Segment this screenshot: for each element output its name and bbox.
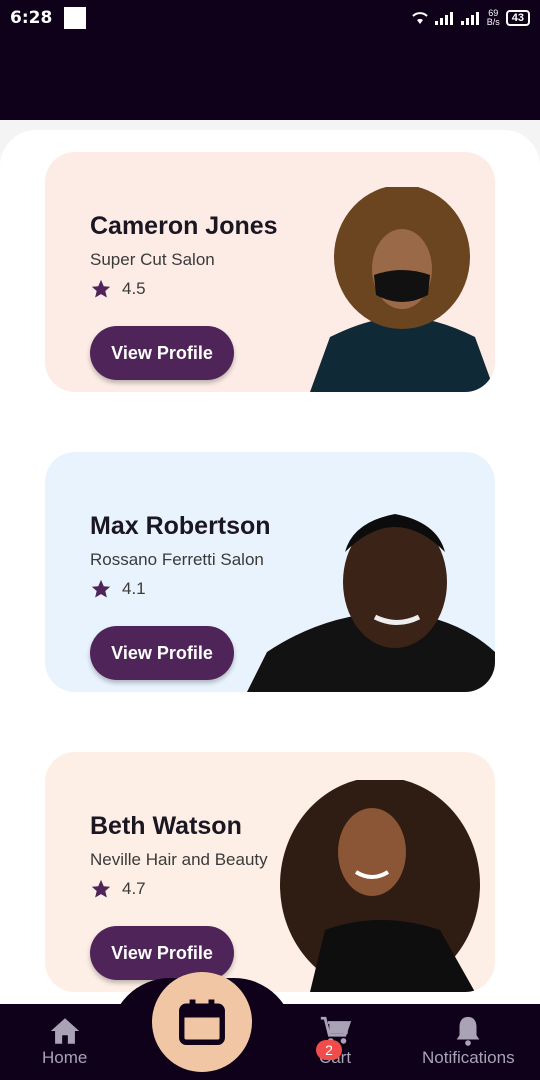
cart-badge: 2 [316,1040,342,1060]
stylist-photo [310,187,495,392]
stylist-photo [247,514,495,692]
network-speed: 69 B/s [487,9,500,27]
view-profile-button[interactable]: View Profile [90,926,234,980]
app-header [0,36,540,120]
star-icon [91,279,111,298]
salon-name: Super Cut Salon [90,250,215,269]
calendar-icon [179,999,225,1045]
nav-notifications[interactable]: Notifications [422,1014,515,1068]
booking-fab[interactable] [152,972,252,1072]
rating: 4.1 [90,578,146,600]
rating-value: 4.7 [122,879,146,898]
star-icon [91,579,111,598]
salon-name: Rossano Ferretti Salon [90,550,264,569]
stylist-card: Beth Watson Neville Hair and Beauty 4.7 … [45,752,495,992]
stylist-photo [280,780,480,992]
status-icons: 69 B/s 43 [411,9,530,27]
rating-value: 4.1 [122,579,146,598]
nav-home[interactable]: Home [42,1014,87,1068]
view-profile-button[interactable]: View Profile [90,326,234,380]
nav-notifications-label: Notifications [422,1048,515,1067]
signal-icon [434,12,453,25]
stylist-name: Beth Watson [90,812,242,840]
nav-home-label: Home [42,1048,88,1067]
speed-unit: B/s [486,17,500,27]
stylist-card: Max Robertson Rossano Ferretti Salon 4.1… [45,452,495,692]
bell-icon [456,1016,480,1046]
wifi-icon [412,12,428,24]
battery-indicator: 43 [505,10,530,26]
rating-value: 4.5 [122,279,146,298]
stylist-name: Max Robertson [90,512,271,540]
status-time: 6:28 [10,8,53,28]
signal-icon [460,12,479,25]
home-icon [50,1018,79,1044]
view-profile-button[interactable]: View Profile [90,626,234,680]
stylist-list: Cameron Jones Super Cut Salon 4.5 View P… [0,130,540,1020]
salon-name: Neville Hair and Beauty [90,850,268,869]
status-bar: 6:28 69 B/s 43 [0,0,540,36]
star-icon [91,879,111,898]
content-sheet[interactable]: Cameron Jones Super Cut Salon 4.5 View P… [0,120,540,1020]
stylist-name: Cameron Jones [90,212,278,240]
rating: 4.5 [90,278,146,300]
notification-square-icon [64,7,87,29]
stylist-card: Cameron Jones Super Cut Salon 4.5 View P… [45,152,495,392]
rating: 4.7 [90,878,146,900]
